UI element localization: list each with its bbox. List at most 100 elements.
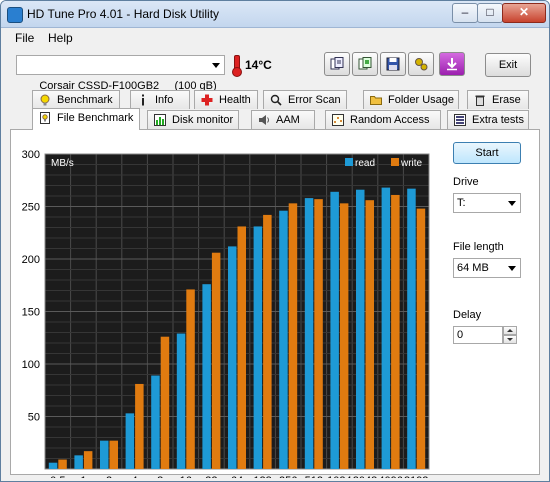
watermark-logo-icon <box>496 425 534 473</box>
x-tick-label: 512 <box>305 475 323 478</box>
menu-file-label: File <box>15 31 35 45</box>
tab-error-scan-label: Error Scan <box>288 94 341 106</box>
bar-read <box>407 188 416 469</box>
tab-error-scan[interactable]: Error Scan <box>263 90 347 109</box>
file-benchmark-chart: 50 100 150 200 250 300 MB/s 0.5 1 2 4 8 16 32 64 128 256… <box>22 149 430 478</box>
tab-info-label: Info <box>155 94 174 106</box>
tab-file-benchmark-label: File Benchmark <box>57 112 134 124</box>
app-window: HD Tune Pro 4.01 - Hard Disk Utility – □… <box>0 0 550 482</box>
tab-benchmark-label: Benchmark <box>57 94 113 106</box>
y-axis-unit-label: MB/s <box>51 158 74 169</box>
tab-disk-monitor[interactable]: Disk monitor <box>147 110 239 129</box>
file-length-select[interactable]: 64 MB <box>453 258 521 278</box>
bar-read <box>151 375 160 469</box>
bar-read <box>279 210 288 469</box>
file-benchmark-icon <box>40 112 50 124</box>
legend-swatch-write <box>391 158 399 166</box>
title-bar: HD Tune Pro 4.01 - Hard Disk Utility – □… <box>1 1 549 28</box>
delay-spinner[interactable] <box>503 326 517 344</box>
tab-health-label: Health <box>219 94 251 106</box>
y-tick-label: 50 <box>28 412 40 424</box>
trash-icon <box>475 95 485 106</box>
bar-write <box>365 200 374 469</box>
bar-write <box>160 336 170 469</box>
chevron-down-icon <box>508 201 516 206</box>
bar-write <box>186 289 195 469</box>
bar-write <box>263 214 272 469</box>
download-icon <box>447 58 457 71</box>
bar-write <box>83 451 93 469</box>
drive-label: Drive <box>453 176 479 188</box>
bar-read <box>304 198 314 469</box>
file-length-label: File length <box>453 241 504 253</box>
options-icon <box>415 58 428 71</box>
x-tick-label: 8192 <box>404 475 428 478</box>
tab-file-benchmark[interactable]: File Benchmark <box>32 108 140 130</box>
delay-input[interactable]: 0 <box>453 326 503 344</box>
copy-screenshot-icon <box>358 57 372 70</box>
legend-swatch-read <box>345 158 353 166</box>
legend-label-write: write <box>400 158 423 169</box>
temperature-readout: 14°C <box>245 58 272 72</box>
info-icon <box>142 94 144 106</box>
close-button[interactable]: ✕ <box>502 3 546 23</box>
file-length-value: 64 MB <box>457 262 489 274</box>
chevron-down-icon <box>508 266 516 271</box>
tab-aam-label: AAM <box>276 114 300 126</box>
tab-health[interactable]: Health <box>194 90 258 109</box>
random-access-icon <box>332 114 344 126</box>
maximize-button[interactable]: □ <box>477 3 503 23</box>
health-cross-icon <box>201 94 213 106</box>
tab-random-access[interactable]: Random Access <box>325 110 441 129</box>
bar-write <box>58 459 67 469</box>
tab-benchmark[interactable]: Benchmark <box>32 90 120 109</box>
menu-help[interactable]: Help <box>48 31 73 45</box>
x-tick-label: 32 <box>205 475 217 478</box>
spin-down-icon[interactable] <box>503 335 517 344</box>
minimize-button[interactable]: – <box>452 3 478 23</box>
download-button[interactable] <box>439 52 465 76</box>
x-tick-label: 16 <box>180 475 192 478</box>
start-button[interactable]: Start <box>453 142 521 164</box>
spin-up-icon[interactable] <box>503 326 517 335</box>
x-tick-label: 256 <box>279 475 297 478</box>
menu-bar: File Help <box>1 28 549 48</box>
bar-read <box>381 187 391 469</box>
bar-write <box>288 203 298 469</box>
drive-dropdown[interactable]: Corsair CSSD-F100GB2 (100 gB) <box>16 55 225 92</box>
tab-extra-tests[interactable]: Extra tests <box>447 110 529 129</box>
copy-info-button[interactable] <box>324 52 350 76</box>
legend-label-read: read <box>355 158 375 169</box>
speaker-icon <box>259 115 269 125</box>
menu-file[interactable]: File <box>15 31 34 45</box>
x-tick-label: 8 <box>157 475 163 478</box>
save-button[interactable] <box>380 52 406 76</box>
x-tick-label: 4 <box>132 475 138 478</box>
bar-read <box>330 191 339 470</box>
bar-write <box>416 208 426 469</box>
tab-erase[interactable]: Erase <box>467 90 529 109</box>
y-tick-label: 300 <box>22 149 40 161</box>
bar-write <box>211 252 221 469</box>
extra-tests-icon <box>454 114 466 126</box>
delay-label: Delay <box>453 309 482 321</box>
tab-info[interactable]: Info <box>130 90 190 109</box>
drive-letter-select[interactable]: T: <box>453 193 521 213</box>
bar-read <box>100 440 109 469</box>
tab-extra-tests-label: Extra tests <box>472 114 524 126</box>
copy-screenshot-button[interactable] <box>352 52 378 76</box>
window-title: HD Tune Pro 4.01 - Hard Disk Utility <box>27 7 220 21</box>
tab-disk-monitor-label: Disk monitor <box>172 114 234 126</box>
drive-letter-value: T: <box>457 197 466 209</box>
y-tick-label: 100 <box>22 359 40 371</box>
disk-monitor-icon <box>154 114 166 126</box>
error-scan-icon <box>270 94 282 106</box>
tab-aam[interactable]: AAM <box>251 110 315 129</box>
y-tick-label: 150 <box>22 307 40 319</box>
options-button[interactable] <box>408 52 434 76</box>
tab-folder-usage[interactable]: Folder Usage <box>363 90 459 109</box>
tab-folder-usage-label: Folder Usage <box>388 94 455 106</box>
thermometer-icon <box>232 55 242 77</box>
bar-read <box>48 462 58 469</box>
exit-button[interactable]: Exit <box>485 53 531 77</box>
